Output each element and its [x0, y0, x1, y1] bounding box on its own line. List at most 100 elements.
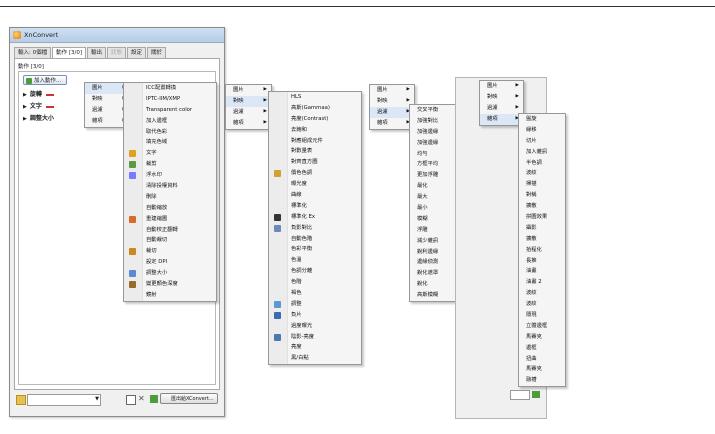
menu-item[interactable]: 對齊直方圖	[269, 157, 361, 168]
menu-item[interactable]: 隱現	[519, 310, 565, 321]
export-icon[interactable]	[150, 395, 158, 403]
menu-item-map[interactable]: 對映▶	[226, 95, 271, 107]
menu-item-label: 浮雕	[417, 226, 428, 233]
action-icon	[274, 333, 281, 341]
menu-item[interactable]: 負影對比	[269, 223, 361, 234]
menu-item[interactable]: 設定 DPI	[124, 257, 216, 268]
menu-item[interactable]: 色溫	[269, 255, 361, 266]
close-icon[interactable]: ✕	[138, 395, 146, 403]
menu-item[interactable]: 對應組成元件	[269, 136, 361, 147]
menu-item[interactable]: 盤旋	[519, 114, 565, 125]
menu-item[interactable]: 擴散	[519, 201, 565, 212]
menu-item[interactable]: 扭曲	[519, 354, 565, 365]
menu-item[interactable]: 掃描	[519, 179, 565, 190]
menu-item-label: 負影對比	[291, 224, 313, 231]
menu-item[interactable]: 自動縮放	[124, 203, 216, 214]
menu-item-image[interactable]: 圖片 ▶	[370, 85, 414, 96]
menu-item[interactable]: 色階	[269, 277, 361, 288]
menu-item[interactable]: 標準化 Ex	[269, 212, 361, 223]
menu-item-map[interactable]: 對映▶	[480, 92, 523, 103]
menu-item-filter[interactable]: 過濾▶	[226, 107, 271, 118]
menu-item[interactable]: 油畫 2	[519, 277, 565, 288]
menu-item[interactable]: 色彩平衡	[269, 244, 361, 255]
menu-item-misc[interactable]: 雜項▶	[480, 113, 523, 125]
menu-item-filter[interactable]: 過濾▶	[370, 106, 414, 118]
add-action-button[interactable]: 加入動作...	[23, 75, 67, 85]
menu-item[interactable]: 清除投權資料	[124, 181, 216, 192]
menu-item[interactable]: 黑/白點	[269, 353, 361, 364]
menu-item[interactable]: 裁剪	[124, 159, 216, 170]
menu-item[interactable]: 重建縮圖	[124, 214, 216, 225]
menu-item[interactable]: 拾程化	[519, 245, 565, 256]
menu-item[interactable]: 浮水印	[124, 170, 216, 181]
menu-item[interactable]: 波紋	[519, 168, 565, 179]
menu-item[interactable]: 裁切	[124, 246, 216, 257]
menu-item[interactable]: 過度曝光	[269, 321, 361, 332]
menu-item[interactable]: 波紋	[519, 299, 565, 310]
menu-item[interactable]: Transparent color	[124, 105, 216, 116]
menu-item[interactable]: IPTC-IIM/XMP	[124, 94, 216, 105]
menu-item-filter[interactable]: 過濾▶	[480, 103, 523, 114]
category-text[interactable]: ▶ 文字	[23, 101, 54, 110]
combo-box[interactable]	[510, 390, 530, 400]
menu-item-map[interactable]: 對映▶	[370, 96, 414, 107]
menu-item[interactable]: 陰影-亮度	[269, 332, 361, 343]
menu-item[interactable]: 拼圖效果	[519, 212, 565, 223]
menu-item[interactable]: 刪除	[124, 192, 216, 203]
menu-item[interactable]: 立體邊框	[519, 321, 565, 332]
category-resize[interactable]: ▶ 調整大小	[23, 113, 54, 122]
menu-item[interactable]: 油畫	[519, 266, 565, 277]
menu-item[interactable]: 對數量表	[269, 146, 361, 157]
menu-item[interactable]: 擴散	[519, 234, 565, 245]
menu-item-misc[interactable]: 雜項▶	[226, 118, 271, 129]
menu-item[interactable]: 自動校正翻轉	[124, 225, 216, 236]
save-icon[interactable]	[126, 395, 136, 405]
menu-item-image[interactable]: 圖片 ▶	[226, 85, 271, 96]
menu-item[interactable]: 長推	[519, 256, 565, 267]
category-rotate[interactable]: ▶ 旋轉	[23, 89, 54, 98]
menu-item[interactable]: 融槽	[519, 375, 565, 386]
menu-item[interactable]: 邊框	[519, 343, 565, 354]
menu-item[interactable]: 調整大小	[124, 268, 216, 279]
menu-item[interactable]: 鏡射	[124, 290, 216, 301]
menu-item[interactable]: 文字	[124, 148, 216, 159]
folder-icon[interactable]	[16, 395, 26, 405]
menu-item[interactable]: 自動色階	[269, 234, 361, 245]
menu-item[interactable]: 調整	[269, 299, 361, 310]
menu-item[interactable]: 緣移	[519, 125, 565, 136]
menu-item[interactable]: 色調分離	[269, 266, 361, 277]
menu-item[interactable]: ICC配置轉換	[124, 83, 216, 94]
menu-item[interactable]: 取代色彩	[124, 127, 216, 138]
menu-item[interactable]: 切片	[519, 136, 565, 147]
export-icon[interactable]	[532, 391, 540, 398]
menu-item-image[interactable]: 圖片 ▶	[480, 81, 523, 92]
preset-combo[interactable]: ▼	[27, 394, 101, 406]
export-button[interactable]: 匯出給XConvert...	[160, 393, 218, 404]
menu-item[interactable]: 曲線	[269, 190, 361, 201]
menu-item[interactable]: 半色調	[519, 158, 565, 169]
menu-item[interactable]: 攝影	[519, 223, 565, 234]
menu-item[interactable]: 去飽和	[269, 125, 361, 136]
menu-item[interactable]: 負片	[269, 310, 361, 321]
menu-item[interactable]: 高斯(Gammaa)	[269, 103, 361, 114]
menu-item[interactable]: 填充色域	[124, 137, 216, 148]
menu-item[interactable]: 馬賽克	[519, 364, 565, 375]
menu-item[interactable]: 波紋	[519, 288, 565, 299]
menu-item[interactable]: 亮度	[269, 342, 361, 353]
menu-item[interactable]: 加入邊框	[124, 116, 216, 127]
menu-item[interactable]: 自動裁切	[124, 235, 216, 246]
menu-item[interactable]: 曝光度	[269, 179, 361, 190]
menu-item-label: 加入雜訊	[526, 148, 548, 155]
menu-item[interactable]: 加入雜訊	[519, 147, 565, 158]
add-action-icon	[26, 78, 32, 84]
menu-item[interactable]: 褐色	[269, 288, 361, 299]
menu-item[interactable]: 變更顏色深度	[124, 279, 216, 290]
menu-item-label: 褐色	[291, 290, 302, 297]
menu-item-misc[interactable]: 雜項▶	[370, 118, 414, 129]
menu-item[interactable]: 對稱	[519, 190, 565, 201]
menu-item[interactable]: 亮度(Contrast)	[269, 114, 361, 125]
menu-item[interactable]: 標準化	[269, 201, 361, 212]
menu-item[interactable]: 價色色調	[269, 168, 361, 179]
menu-item[interactable]: HLS	[269, 92, 361, 103]
menu-item[interactable]: 馬賽克	[519, 332, 565, 343]
